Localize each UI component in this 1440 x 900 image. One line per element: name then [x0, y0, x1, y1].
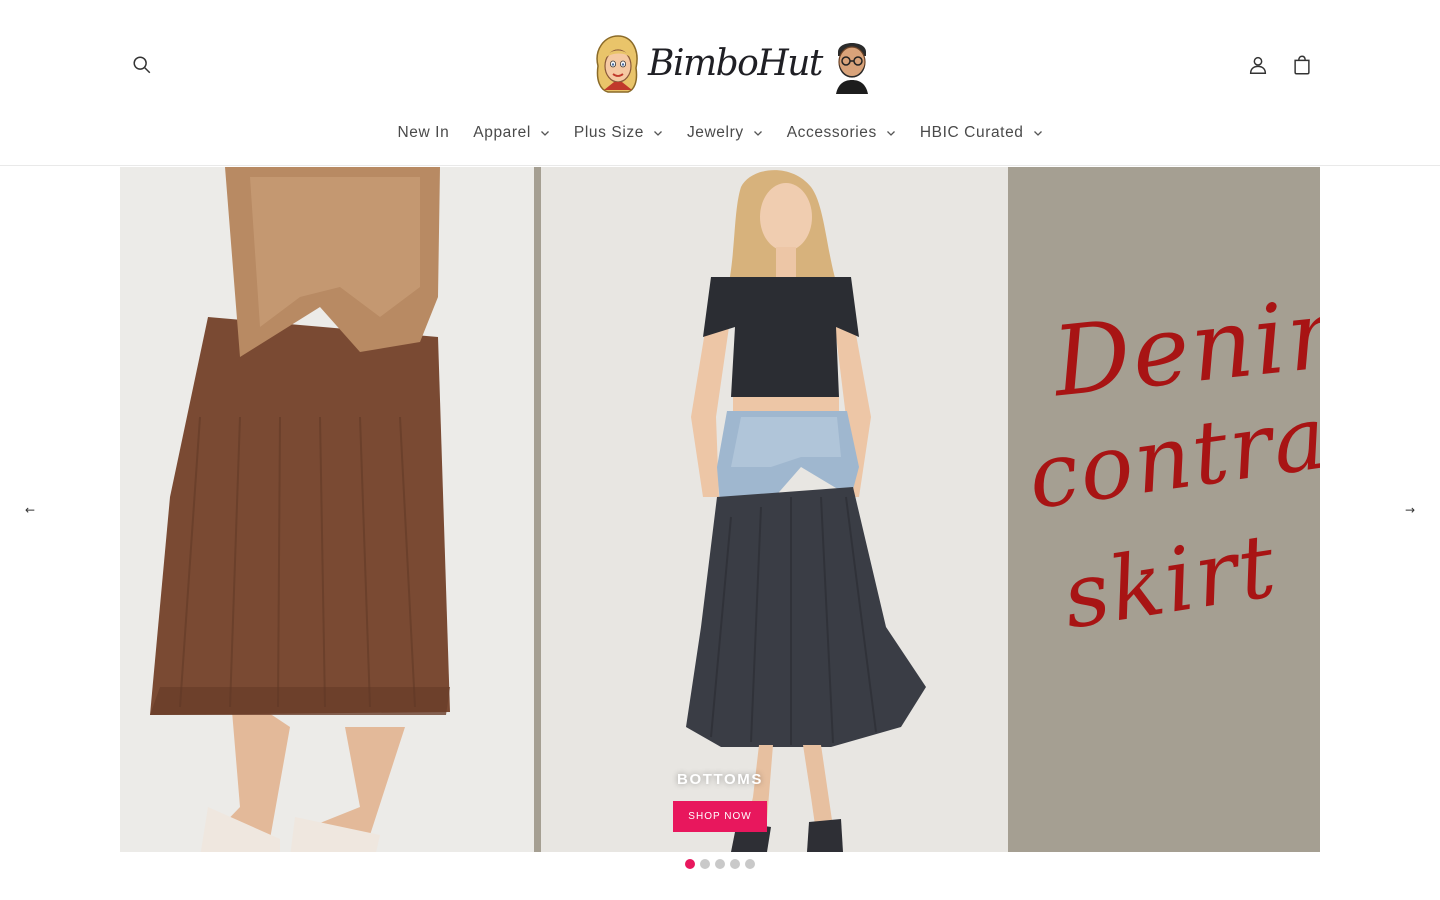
- account-icon: [1249, 56, 1267, 74]
- slide-dot-2[interactable]: [700, 859, 710, 869]
- slide-divider: [534, 167, 541, 852]
- slideshow-prev-button[interactable]: ←: [20, 500, 40, 520]
- slide-image-model: [541, 167, 1008, 852]
- shop-now-button[interactable]: SHOP NOW: [673, 801, 767, 832]
- nav-item-hbic-curated[interactable]: HBIC Curated: [908, 112, 1055, 154]
- nav-item-new-in[interactable]: New In: [385, 112, 461, 154]
- chevron-down-icon: [1033, 131, 1042, 136]
- nav-item-label: Apparel: [473, 124, 531, 141]
- chevron-down-icon: [886, 131, 895, 136]
- account-button[interactable]: [1238, 45, 1278, 85]
- chevron-down-icon: [540, 131, 549, 136]
- slide-dot-4[interactable]: [730, 859, 740, 869]
- promo-line-3: skirt: [1056, 513, 1284, 649]
- hero-slideshow: Denim contrast skirt BOTTOMS SHOP NOW: [120, 167, 1320, 852]
- nav-item-label: Accessories: [786, 124, 877, 141]
- blonde-avatar-icon: [596, 35, 638, 93]
- slide-dot-3[interactable]: [715, 859, 725, 869]
- search-button[interactable]: [122, 45, 162, 85]
- chevron-down-icon: [653, 131, 662, 136]
- slide-image-brown-skirt: [120, 167, 534, 852]
- cart-icon: [1294, 55, 1310, 75]
- nav-item-plus-size[interactable]: Plus Size: [562, 112, 675, 154]
- nav-item-label: New In: [397, 124, 450, 141]
- chevron-down-icon: [753, 131, 762, 136]
- cart-button[interactable]: [1282, 45, 1322, 85]
- slide-dot-5[interactable]: [745, 859, 755, 869]
- brand-logo[interactable]: BimboHut: [590, 30, 868, 98]
- search-icon: [133, 56, 151, 74]
- site-header: BimboHut New In Apparel Plus Size Jewelr…: [0, 0, 1440, 166]
- slide-dot-1[interactable]: [685, 859, 695, 869]
- nav-item-label: Jewelry: [686, 124, 744, 141]
- slideshow-pagination: [0, 859, 1440, 871]
- nav-item-label: HBIC Curated: [919, 124, 1024, 141]
- bearded-avatar-icon: [835, 43, 868, 94]
- promo-lettering: Denim contrast skirt: [1018, 273, 1320, 687]
- brand-wordmark: BimboHut: [648, 43, 823, 84]
- nav-item-apparel[interactable]: Apparel: [461, 112, 562, 154]
- nav-item-jewelry[interactable]: Jewelry: [675, 112, 775, 154]
- slideshow-next-button[interactable]: →: [1400, 500, 1420, 520]
- nav-item-label: Plus Size: [573, 124, 644, 141]
- slide-heading: BOTTOMS: [677, 771, 763, 788]
- nav-item-accessories[interactable]: Accessories: [775, 112, 908, 154]
- main-navigation: New In Apparel Plus Size Jewelry Accesso…: [0, 112, 1440, 154]
